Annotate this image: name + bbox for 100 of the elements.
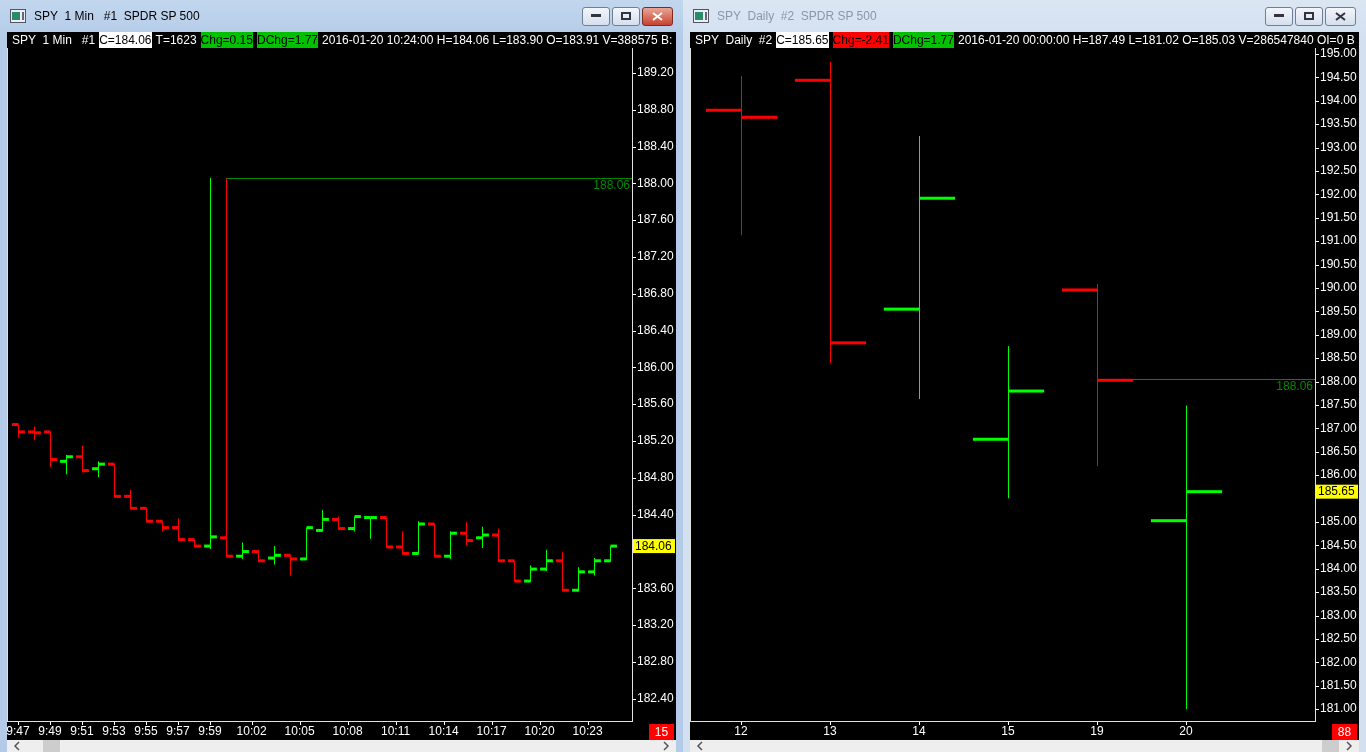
price-axis-label: 187.20 — [637, 249, 674, 264]
time-axis-label: 10:17 — [476, 724, 507, 739]
price-axis-label: 182.80 — [637, 654, 674, 669]
price-axis-label: 194.50 — [1320, 69, 1357, 84]
price-axis-label: 191.50 — [1320, 210, 1357, 225]
price-axis-label: 195.00 — [1320, 48, 1357, 61]
price-axis-label: 187.00 — [1320, 420, 1357, 435]
last-price-tag: 185.65 — [1316, 484, 1358, 499]
quote-value: C=185.65 — [776, 32, 829, 48]
price-axis-label: 186.80 — [637, 286, 674, 300]
price-axis-label: 189.50 — [1320, 303, 1357, 318]
time-axis-label: 10:23 — [572, 724, 603, 739]
price-axis-label: 181.00 — [1320, 701, 1357, 716]
quote-value: Chg=0.15 — [200, 32, 253, 48]
price-axis-label: 186.00 — [1320, 467, 1357, 482]
time-axis-label: 10:08 — [332, 724, 363, 739]
price-axis-label: 184.40 — [637, 506, 674, 521]
price-axis-label: 193.50 — [1320, 116, 1357, 131]
price-axis-label: 184.00 — [1320, 561, 1357, 576]
time-axis-label: 10:11 — [381, 724, 411, 739]
time-axis-label: 9:57 — [166, 724, 190, 739]
price-axis-label: 188.00 — [637, 175, 674, 190]
minimize-icon — [591, 14, 601, 18]
price-axis-label: 183.00 — [1320, 607, 1357, 622]
price-axis-label: 183.60 — [637, 580, 674, 595]
window-title: SPY 1 Min #1 SPDR SP 500 — [34, 9, 200, 23]
time-axis-label: 9:59 — [198, 724, 222, 739]
chart-window-icon — [10, 9, 26, 23]
price-axis-label: 182.50 — [1320, 631, 1357, 646]
close-icon — [1335, 11, 1346, 21]
maximize-icon — [1304, 12, 1314, 20]
time-axis-label: 15 — [1001, 724, 1015, 739]
price-axis-label: 186.00 — [637, 359, 674, 374]
price-axis-label: 186.50 — [1320, 444, 1357, 459]
maximize-icon — [621, 12, 631, 20]
price-axis-label: 193.00 — [1320, 139, 1357, 154]
time-axis-label: 9:47 — [7, 724, 30, 739]
quote-value: DChg=1.77 — [892, 32, 954, 48]
time-axis-label: 12 — [734, 724, 748, 739]
price-axis-label: 188.80 — [637, 101, 674, 116]
price-axis-label: 190.00 — [1320, 280, 1357, 295]
time-axis-label: 20 — [1179, 724, 1193, 739]
horizontal-scrollbar[interactable] — [7, 740, 676, 752]
scroll-right-icon[interactable] — [662, 741, 670, 751]
price-axis-label: 181.50 — [1320, 678, 1357, 693]
maximize-button[interactable] — [612, 6, 640, 26]
count-badge: 88 — [1332, 724, 1357, 740]
quote-text: SPY 1 Min #1 — [12, 32, 96, 48]
price-axis-label: 185.20 — [637, 433, 674, 448]
window-title: SPY Daily #2 SPDR SP 500 — [717, 9, 877, 23]
price-axis-label: 184.50 — [1320, 537, 1357, 552]
quote-text: 2016-01-20 00:00:00 H=187.49 L=181.02 O=185.03 V=286547840 OI=0 B — [957, 32, 1355, 48]
time-axis-label: 9:55 — [134, 724, 158, 739]
scroll-left-icon[interactable] — [13, 741, 21, 751]
time-axis-label: 9:49 — [38, 724, 62, 739]
price-axis-label: 187.50 — [1320, 397, 1357, 412]
close-button[interactable] — [642, 6, 673, 26]
time-axis-label: 10:02 — [236, 724, 267, 739]
time-axis-label: 10:20 — [524, 724, 555, 739]
price-axis-label: 182.40 — [637, 691, 674, 706]
price-axis-label: 192.50 — [1320, 163, 1357, 178]
time-axis-label: 9:53 — [102, 724, 126, 739]
price-axis-label: 184.80 — [637, 470, 674, 485]
price-axis-label: 190.50 — [1320, 256, 1357, 271]
time-axis-label: 14 — [912, 724, 926, 739]
price-axis-label: 189.00 — [1320, 327, 1357, 342]
chart-window-icon — [693, 9, 709, 23]
time-axis-label: 10:05 — [284, 724, 315, 739]
time-axis-label: 19 — [1090, 724, 1104, 739]
price-axis-label: 185.60 — [637, 396, 674, 411]
price-axis-label: 188.00 — [1320, 373, 1357, 388]
price-axis-label: 183.20 — [637, 617, 674, 632]
price-axis-label: 188.40 — [637, 138, 674, 153]
count-badge: 15 — [649, 724, 674, 740]
quote-value: Chg=-2.41 — [832, 32, 889, 48]
last-price-tag: 184.06 — [633, 538, 675, 554]
quote-text: 2016-01-20 10:24:00 H=184.06 L=183.90 O=183.91 V=388575 B: — [322, 32, 673, 48]
quote-text: SPY Daily #2 — [695, 32, 773, 48]
scroll-thumb[interactable] — [43, 740, 60, 752]
close-icon — [652, 11, 663, 21]
time-axis-label: 13 — [823, 724, 837, 739]
quote-value: C=184.06 — [99, 32, 152, 48]
time-axis-label: 9:51 — [70, 724, 94, 739]
price-axis-label: 191.00 — [1320, 233, 1357, 248]
minimize-button[interactable] — [582, 6, 610, 26]
time-axis-label: 10:14 — [428, 724, 459, 739]
price-axis-label: 194.00 — [1320, 93, 1357, 108]
price-axis-label: 187.60 — [637, 212, 674, 227]
price-axis-label: 189.20 — [637, 65, 674, 80]
level-price: 188.06 — [593, 177, 630, 192]
quote-text: T=1623 — [155, 32, 197, 48]
price-axis-label: 183.50 — [1320, 584, 1357, 599]
minimize-icon — [1274, 14, 1284, 18]
quote-value: DChg=1.77 — [257, 32, 319, 48]
price-axis-label: 186.40 — [637, 322, 674, 337]
price-axis-label: 182.00 — [1320, 654, 1357, 669]
price-axis-label: 185.00 — [1320, 514, 1357, 529]
level-price: 188.06 — [1276, 378, 1313, 393]
price-axis-label: 192.00 — [1320, 186, 1357, 201]
price-axis-label: 188.50 — [1320, 350, 1357, 365]
